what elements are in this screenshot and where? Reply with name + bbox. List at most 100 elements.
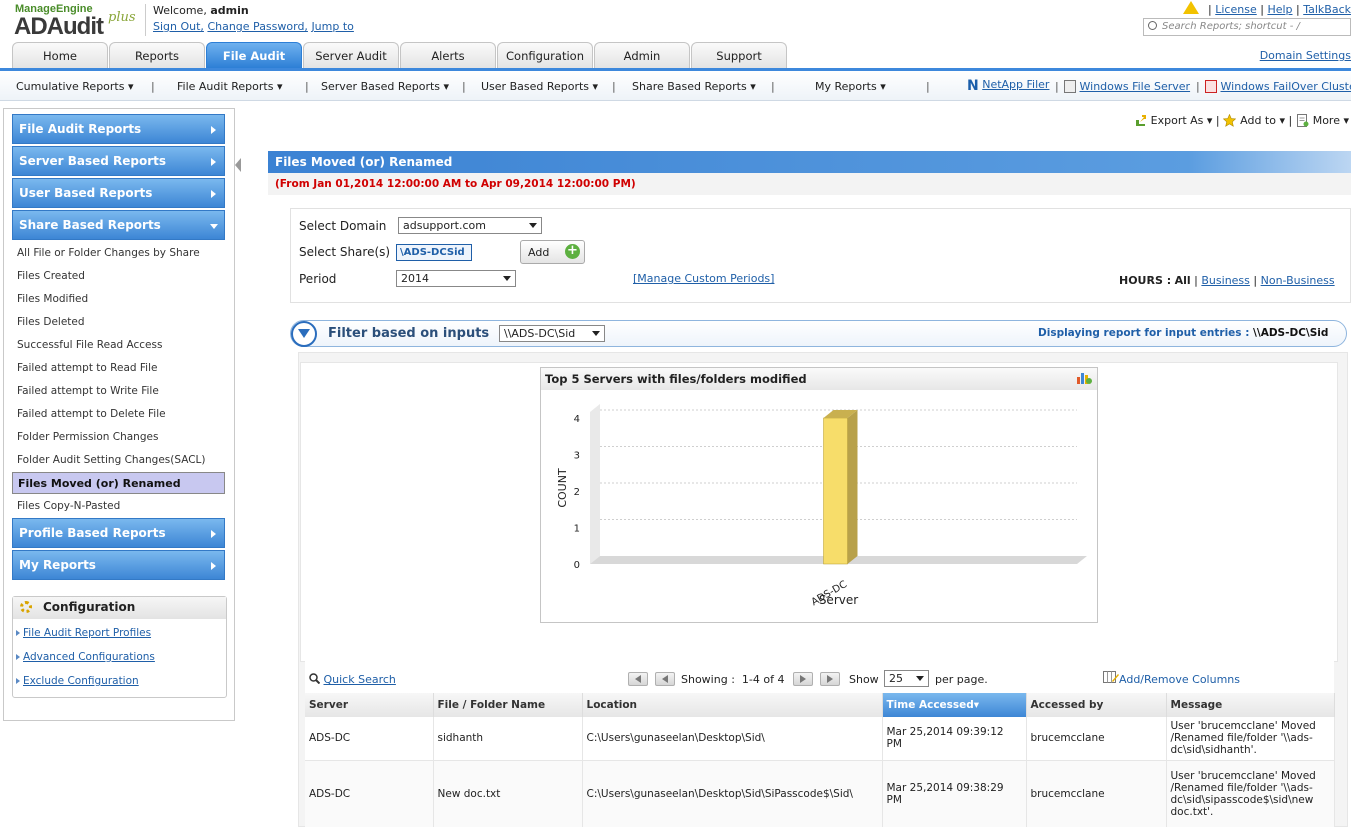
- column-header-message[interactable]: Message: [1166, 693, 1335, 717]
- cell-name: sidhanth: [433, 717, 583, 761]
- windows-failover-link[interactable]: Windows FailOver Cluster: [1205, 80, 1351, 93]
- period-select[interactable]: 2014: [396, 270, 516, 287]
- last-page-button[interactable]: [820, 672, 840, 686]
- table-row[interactable]: ADS-DC sidhanth C:\Users\gunaseelan\Desk…: [305, 717, 1335, 761]
- change-password-link[interactable]: Change Password,: [207, 20, 308, 33]
- quick-search-link[interactable]: Quick Search: [324, 673, 396, 686]
- file-audit-report-profiles-link[interactable]: File Audit Report Profiles: [15, 627, 151, 639]
- tab-admin[interactable]: Admin: [594, 42, 690, 68]
- tab-home[interactable]: Home: [12, 42, 108, 68]
- tab-alerts[interactable]: Alerts: [400, 42, 496, 68]
- license-link[interactable]: License: [1215, 3, 1256, 16]
- column-header-accessed-by[interactable]: Accessed by: [1026, 693, 1167, 717]
- tab-reports[interactable]: Reports: [109, 42, 205, 68]
- first-page-button[interactable]: [628, 672, 648, 686]
- y-axis-label: COUNT: [556, 468, 569, 508]
- windows-file-server-link[interactable]: Windows File Server: [1064, 80, 1190, 93]
- welcome-prefix: Welcome,: [153, 4, 207, 17]
- exclude-configuration-link[interactable]: Exclude Configuration: [16, 675, 139, 687]
- selected-share-chip[interactable]: \ADS-DCSid: [396, 244, 472, 261]
- help-link[interactable]: Help: [1267, 3, 1292, 16]
- table-row[interactable]: ADS-DC New doc.txt C:\Users\gunaseelan\D…: [305, 760, 1335, 827]
- sidebar-item[interactable]: Files Copy-N-Pasted: [17, 500, 120, 512]
- bar-chart: 01234ADS-DCCOUNTServer: [556, 404, 1087, 608]
- export-as-button[interactable]: Export As ▾: [1134, 114, 1212, 127]
- column-header-location[interactable]: Location: [582, 693, 883, 717]
- add-button-label: Add: [528, 246, 550, 259]
- add-remove-columns[interactable]: Add/Remove Columns: [1103, 671, 1240, 686]
- cumulative-reports-menu[interactable]: Cumulative Reports ▾: [16, 80, 134, 93]
- domain-select[interactable]: adsupport.com: [398, 217, 542, 234]
- filter-funnel-icon[interactable]: [291, 321, 317, 347]
- hours-non-business-link[interactable]: Non-Business: [1261, 274, 1335, 287]
- period-label: Period: [299, 272, 337, 286]
- chevron-right-icon: [211, 530, 216, 538]
- tab-support[interactable]: Support: [691, 42, 787, 68]
- jump-to-link[interactable]: Jump to: [311, 20, 353, 33]
- hours-business-link[interactable]: Business: [1201, 274, 1250, 287]
- sidebar-item-selected[interactable]: Files Moved (or) Renamed: [12, 472, 225, 494]
- filter-input-select[interactable]: \\ADS-DC\Sid: [499, 325, 605, 342]
- sidebar-item[interactable]: Successful File Read Access: [17, 339, 162, 351]
- my-reports-menu[interactable]: My Reports ▾: [815, 80, 886, 93]
- domain-settings-link[interactable]: Domain Settings: [1260, 49, 1351, 62]
- add-remove-columns-label: Add/Remove Columns: [1119, 673, 1240, 686]
- collapse-panel-icon[interactable]: [235, 158, 241, 172]
- chart-type-icon[interactable]: [1076, 371, 1092, 385]
- dropdown-arrow-icon: [592, 331, 600, 336]
- sidebar-user-based-reports[interactable]: User Based Reports: [12, 178, 225, 208]
- previous-page-button[interactable]: [655, 672, 675, 686]
- column-header-time-accessed[interactable]: Time Accessed▾: [882, 693, 1027, 717]
- add-plus-icon: +: [565, 244, 580, 259]
- sidebar-server-based-reports[interactable]: Server Based Reports: [12, 146, 225, 176]
- y-tick-label: 1: [574, 524, 580, 535]
- sidebar-item[interactable]: Folder Audit Setting Changes(SACL): [17, 454, 206, 466]
- advanced-configurations-link[interactable]: Advanced Configurations: [16, 651, 155, 663]
- sidebar-share-based-reports[interactable]: Share Based Reports: [12, 210, 225, 240]
- sidebar-item[interactable]: All File or Folder Changes by Share: [17, 247, 200, 259]
- sidebar-item[interactable]: Files Created: [17, 270, 85, 282]
- server-based-reports-menu[interactable]: Server Based Reports ▾: [321, 80, 449, 93]
- tab-server-audit[interactable]: Server Audit: [303, 42, 399, 68]
- tab-file-audit[interactable]: File Audit: [206, 42, 302, 68]
- sidebar-item[interactable]: Failed attempt to Read File: [17, 362, 157, 374]
- sidebar-my-reports[interactable]: My Reports: [12, 550, 225, 580]
- column-header-server[interactable]: Server: [305, 693, 434, 717]
- sidebar-profile-based-reports[interactable]: Profile Based Reports: [12, 518, 225, 548]
- sidebar-item[interactable]: Failed attempt to Write File: [17, 385, 159, 397]
- warning-icon[interactable]: [1182, 1, 1199, 14]
- next-page-button[interactable]: [793, 672, 813, 686]
- windows-file-server-label[interactable]: Windows File Server: [1080, 80, 1191, 93]
- sidebar-file-audit-reports[interactable]: File Audit Reports: [12, 114, 225, 144]
- tab-configuration[interactable]: Configuration: [497, 42, 593, 68]
- gear-icon: [20, 601, 32, 613]
- netapp-filer-link[interactable]: N NetApp Filer: [967, 78, 1049, 94]
- pagination-status: Showing : 1-4 of 4: [681, 673, 784, 686]
- sidebar-item[interactable]: Files Modified: [17, 293, 88, 305]
- manage-custom-periods-link[interactable]: [Manage Custom Periods]: [633, 272, 774, 285]
- edit-columns-icon: [1103, 671, 1119, 683]
- star-icon: [1223, 114, 1237, 127]
- add-to-button[interactable]: Add to ▾: [1223, 114, 1285, 127]
- search-input[interactable]: Search Reports; shortcut - /: [1143, 18, 1351, 36]
- quick-search[interactable]: Quick Search: [309, 673, 396, 686]
- sidebar-item[interactable]: Files Deleted: [17, 316, 85, 328]
- more-button[interactable]: More ▾: [1296, 114, 1349, 127]
- sidebar-item[interactable]: Folder Permission Changes: [17, 431, 158, 443]
- share-based-reports-menu[interactable]: Share Based Reports ▾: [632, 80, 756, 93]
- windows-failover-label[interactable]: Windows FailOver Cluster: [1221, 80, 1351, 93]
- cell-accessed-by: brucemcclane: [1026, 760, 1167, 827]
- sidebar-section-label: Profile Based Reports: [19, 526, 166, 540]
- sidebar-item[interactable]: Failed attempt to Delete File: [17, 408, 166, 420]
- file-audit-reports-menu[interactable]: File Audit Reports ▾: [177, 80, 282, 93]
- page-size-select[interactable]: 25: [884, 670, 929, 687]
- talkback-link[interactable]: TalkBack: [1303, 3, 1351, 16]
- user-based-reports-menu[interactable]: User Based Reports ▾: [481, 80, 598, 93]
- y-tick-label: 3: [574, 451, 580, 462]
- hours-all[interactable]: All: [1175, 274, 1191, 287]
- cell-time: Mar 25,2014 09:38:29 PM: [882, 760, 1027, 827]
- sign-out-link[interactable]: Sign Out,: [153, 20, 204, 33]
- sidebar-section-label: File Audit Reports: [19, 122, 142, 136]
- column-header-file-folder-name[interactable]: File / Folder Name: [433, 693, 583, 717]
- netapp-filer-label[interactable]: NetApp Filer: [982, 78, 1049, 91]
